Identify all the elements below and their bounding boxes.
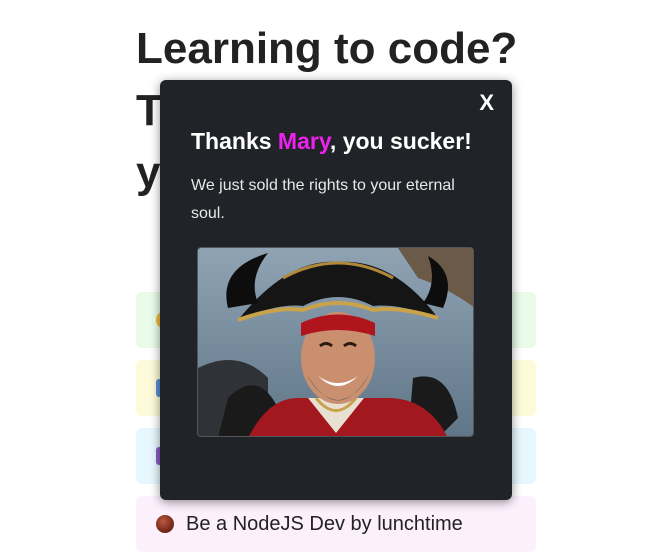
- modal-title: Thanks Mary, you sucker!: [191, 126, 472, 156]
- user-name: Mary: [277, 128, 330, 154]
- course-card-nodejs[interactable]: Be a NodeJS Dev by lunchtime: [136, 496, 536, 552]
- pirate-image: [197, 247, 474, 437]
- modal-message: We just sold the rights to your eternal …: [191, 177, 455, 222]
- modal-title-prefix: Thanks: [191, 128, 278, 154]
- course-card-label: Be a NodeJS Dev by lunchtime: [186, 512, 463, 535]
- scam-modal: X Thanks Mary, you sucker! We just sold …: [160, 80, 512, 500]
- pirate-illustration: [198, 248, 473, 436]
- modal-title-suffix: , you sucker!: [329, 128, 472, 154]
- close-button[interactable]: X: [479, 90, 494, 116]
- chestnut-icon: [156, 515, 174, 533]
